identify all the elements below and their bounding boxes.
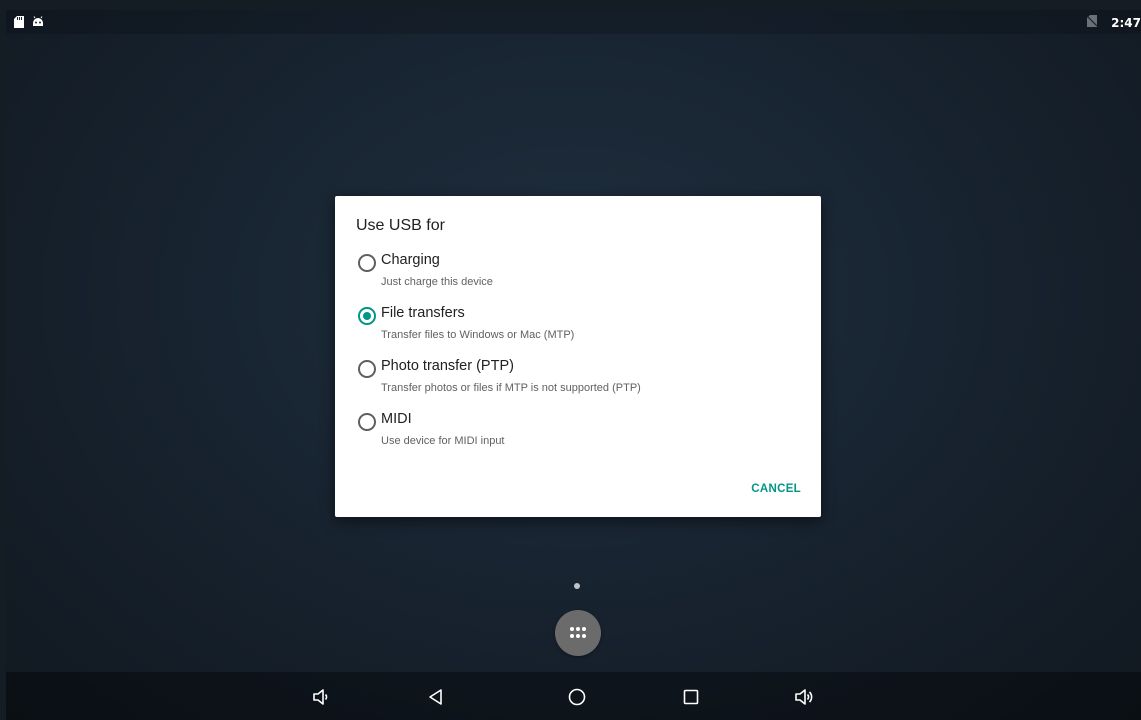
radio-file-transfers[interactable]	[358, 307, 376, 325]
dialog-title: Use USB for	[356, 217, 445, 234]
system-icons: 2:47	[1086, 14, 1141, 32]
sd-card-icon	[14, 15, 24, 33]
android-debug-icon	[32, 15, 44, 33]
volume-up-button[interactable]	[793, 686, 815, 708]
recents-button[interactable]	[680, 686, 702, 708]
cancel-button[interactable]: CANCEL	[751, 483, 801, 495]
back-icon	[429, 689, 442, 705]
status-bar: 2:47	[6, 10, 1141, 34]
navigation-bar	[6, 672, 1141, 720]
radio-midi[interactable]	[358, 413, 376, 431]
option-description: Just charge this device	[381, 276, 493, 288]
option-photo-transfer[interactable]: Photo transfer (PTP) Transfer photos or …	[355, 358, 795, 408]
option-title: File transfers	[381, 305, 465, 321]
page-indicator	[574, 583, 580, 589]
notification-icons	[14, 15, 44, 33]
volume-up-icon	[795, 689, 813, 705]
all-apps-button[interactable]	[555, 610, 601, 656]
option-title: MIDI	[381, 411, 412, 427]
no-sim-icon	[1086, 14, 1098, 32]
option-title: Charging	[381, 252, 440, 268]
volume-down-button[interactable]	[310, 686, 332, 708]
option-description: Transfer photos or files if MTP is not s…	[381, 382, 641, 394]
recents-icon	[683, 689, 699, 705]
clock: 2:47	[1111, 16, 1141, 30]
volume-down-icon	[313, 689, 328, 705]
back-button[interactable]	[425, 686, 447, 708]
option-midi[interactable]: MIDI Use device for MIDI input	[355, 411, 795, 461]
home-button[interactable]	[566, 686, 588, 708]
usb-mode-dialog: Use USB for Charging Just charge this de…	[335, 196, 821, 517]
option-description: Use device for MIDI input	[381, 435, 505, 447]
radio-photo-transfer[interactable]	[358, 360, 376, 378]
home-screen: 2:47 Use USB for Charging Just charge th…	[6, 10, 1141, 720]
all-apps-icon	[570, 627, 586, 638]
option-charging[interactable]: Charging Just charge this device	[355, 252, 795, 302]
option-file-transfers[interactable]: File transfers Transfer files to Windows…	[355, 305, 795, 355]
option-title: Photo transfer (PTP)	[381, 358, 514, 374]
home-icon	[568, 688, 586, 706]
option-description: Transfer files to Windows or Mac (MTP)	[381, 329, 575, 341]
radio-charging[interactable]	[358, 254, 376, 272]
